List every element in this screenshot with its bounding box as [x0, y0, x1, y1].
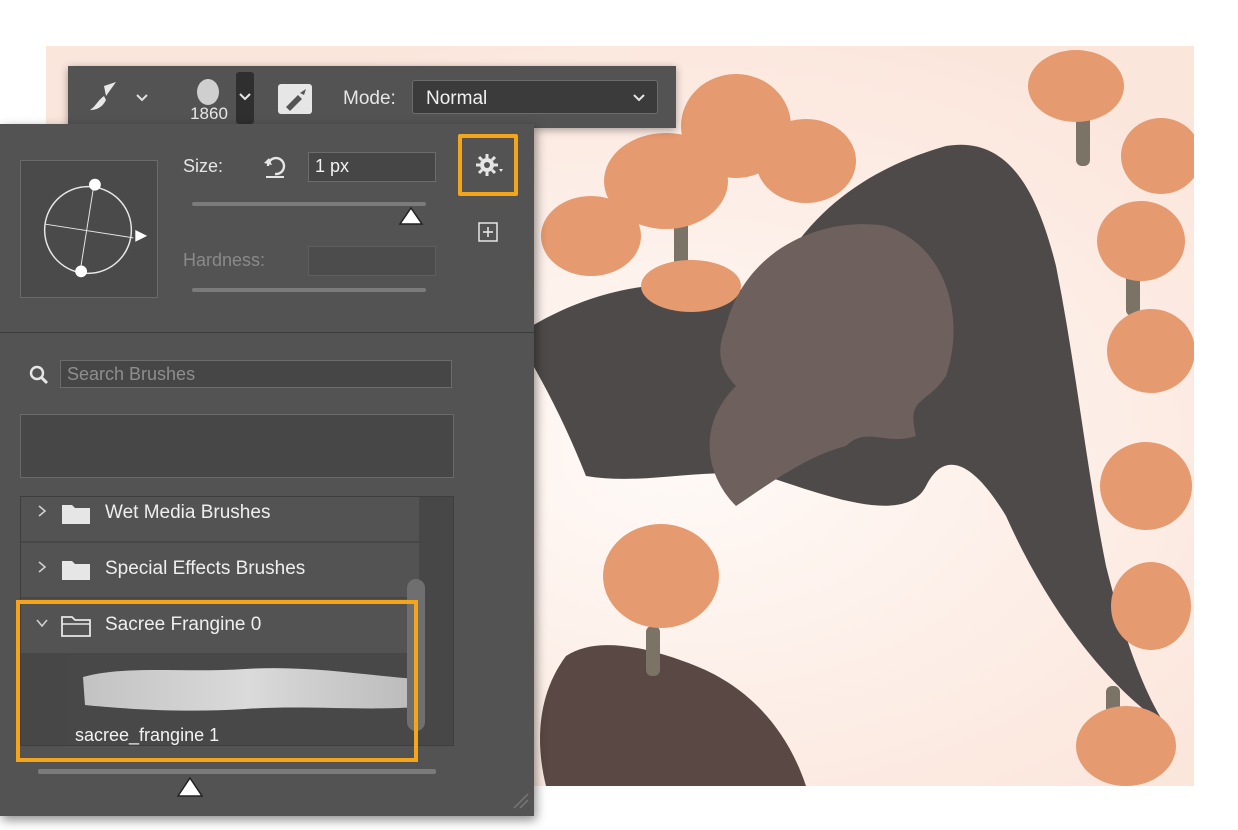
- hardness-field: [308, 246, 436, 276]
- size-value: 1 px: [315, 156, 350, 176]
- preview-size-slider-thumb[interactable]: [176, 776, 204, 798]
- panel-settings-button[interactable]: [458, 134, 518, 196]
- chevron-down-icon: [633, 94, 645, 102]
- mode-value: Normal: [426, 88, 488, 109]
- brush-settings-icon: [286, 89, 306, 111]
- chevron-down-icon: [239, 93, 251, 101]
- brush-group-wet-media[interactable]: Wet Media Brushes: [21, 497, 419, 541]
- panel-divider: [0, 332, 534, 333]
- search-icon: [29, 365, 49, 385]
- brush-group-special-effects[interactable]: Special Effects Brushes: [21, 543, 419, 597]
- brush-preset-dropdown[interactable]: [236, 72, 254, 124]
- group-label: Wet Media Brushes: [105, 502, 271, 523]
- brush-preset-panel: Size: 1 px Hardness: Search Brushes Wet …: [0, 124, 534, 816]
- recent-brushes-area: [20, 414, 454, 478]
- gear-icon: [476, 154, 503, 176]
- chevron-down-icon[interactable]: [134, 90, 150, 106]
- chevron-right-icon[interactable]: [35, 504, 49, 518]
- brush-angle-roundness-icon: [43, 178, 148, 278]
- folder-icon: [62, 505, 90, 524]
- mode-select[interactable]: Normal: [412, 80, 658, 114]
- hardness-label: Hardness:: [183, 250, 266, 270]
- brush-settings-panel-toggle[interactable]: [278, 84, 312, 114]
- folder-icon: [62, 561, 90, 580]
- search-brushes-input[interactable]: Search Brushes: [60, 360, 452, 388]
- size-slider[interactable]: [192, 202, 426, 206]
- highlight-sacree-frangine-group: [16, 600, 418, 762]
- reset-size-icon[interactable]: [262, 154, 288, 180]
- group-label: Special Effects Brushes: [105, 558, 306, 579]
- resize-grip-icon[interactable]: [508, 788, 530, 810]
- hardness-slider: [192, 288, 426, 292]
- new-brush-icon[interactable]: [477, 221, 499, 243]
- size-field[interactable]: 1 px: [308, 152, 436, 182]
- mode-label: Mode:: [343, 88, 396, 109]
- brush-tool-icon[interactable]: [82, 80, 122, 116]
- size-label: Size:: [183, 156, 224, 176]
- brush-preset-size: 1860: [190, 104, 228, 123]
- brush-tip-shape-preview[interactable]: [20, 160, 158, 298]
- brush-list-scrollbar[interactable]: [427, 577, 447, 737]
- search-placeholder: Search Brushes: [67, 364, 196, 384]
- chevron-right-icon[interactable]: [35, 560, 49, 574]
- size-slider-thumb[interactable]: [398, 206, 424, 226]
- options-bar: 1860 Mode: Normal: [68, 66, 676, 128]
- preview-size-slider[interactable]: [38, 769, 436, 774]
